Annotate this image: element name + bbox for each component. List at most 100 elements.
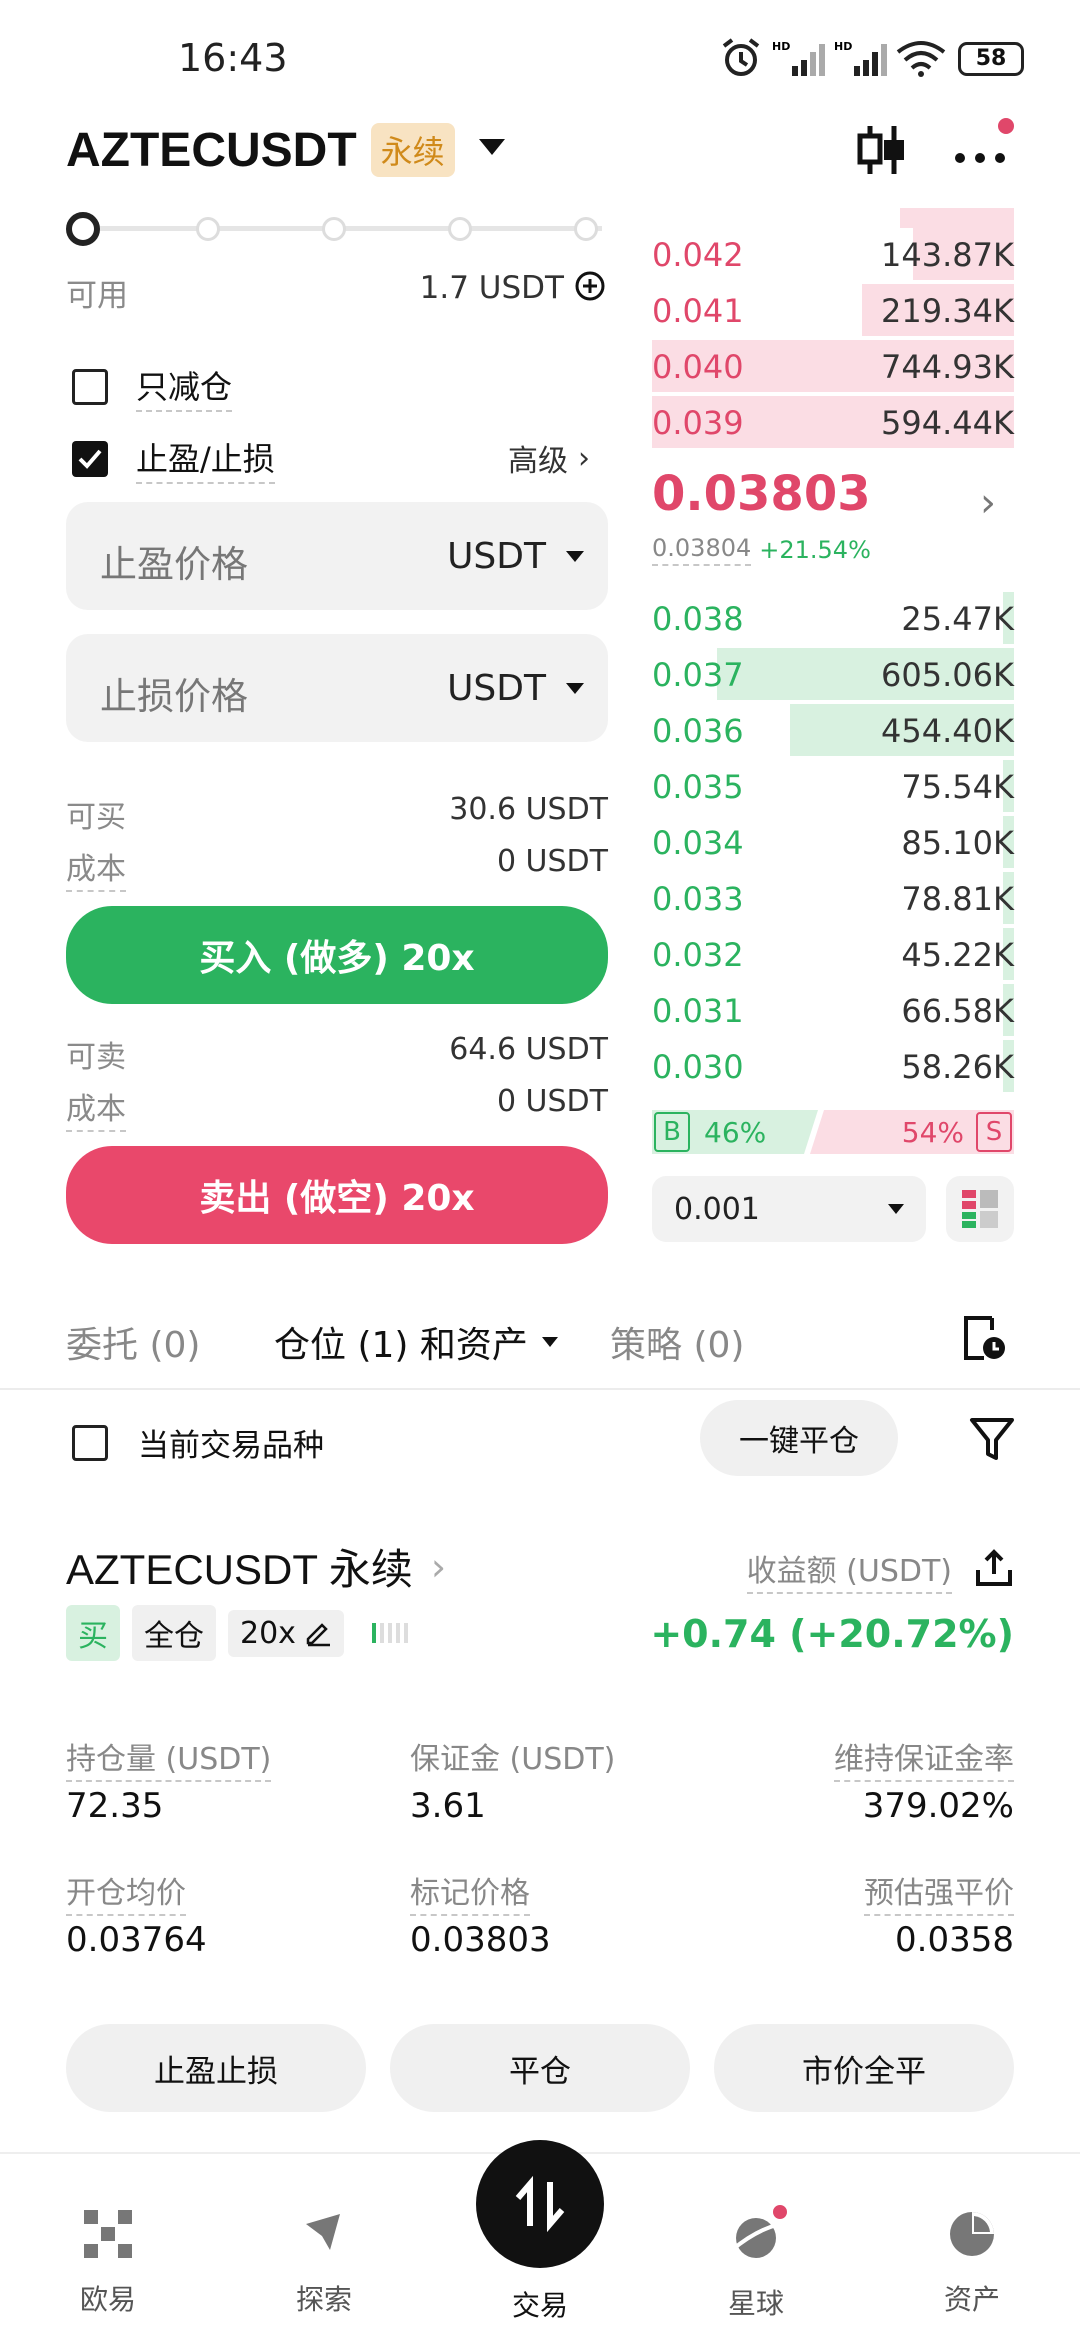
size-value: 72.35 (66, 1786, 164, 1826)
bid-price: 0.036 (652, 712, 744, 750)
liq-value: 0.0358 (895, 1920, 1014, 1960)
caret-down-icon (888, 1204, 904, 1214)
tab-orders[interactable]: 委托 (0) (66, 1316, 200, 1368)
bid-row[interactable]: 0.030 58.26K (652, 1040, 1014, 1092)
bid-row[interactable]: 0.033 78.81K (652, 872, 1014, 924)
ask-row[interactable]: 0.040 744.93K (652, 340, 1014, 392)
margin-value: 3.61 (410, 1786, 486, 1826)
bid-price: 0.038 (652, 600, 744, 638)
current-symbol-checkbox[interactable] (72, 1424, 108, 1461)
bid-size: 45.22K (901, 936, 1014, 974)
chevron-right-icon[interactable]: › (980, 480, 996, 526)
tab-positions[interactable]: 仓位 (1) 和资产 (274, 1316, 558, 1368)
bid-row[interactable]: 0.031 66.58K (652, 984, 1014, 1036)
market-close-label: 市价全平 (802, 2053, 926, 2090)
mark-label: 标记价格 (410, 1868, 530, 1916)
side-tag: 买 (66, 1605, 120, 1661)
tpsl-button[interactable]: 止盈止损 (66, 2024, 366, 2112)
sell-percent: 54% (901, 1116, 964, 1149)
bid-row[interactable]: 0.034 85.10K (652, 816, 1014, 868)
nav-assets[interactable]: 资产 (864, 2170, 1080, 2318)
okx-logo-icon (84, 2210, 132, 2262)
ask-row[interactable]: 0.041 219.34K (652, 284, 1014, 336)
buy-tag: B (654, 1112, 690, 1152)
bid-price: 0.032 (652, 936, 744, 974)
market-close-button[interactable]: 市价全平 (714, 2024, 1014, 2112)
nav-trade-label: 交易 (511, 2289, 568, 2322)
buy-percent: 46% (704, 1116, 767, 1149)
price-change: +21.54% (759, 536, 871, 564)
notification-dot (770, 2202, 790, 2222)
precision-select[interactable]: 0.001 (652, 1176, 926, 1242)
bid-price: 0.035 (652, 768, 744, 806)
bid-row[interactable]: 0.032 45.22K (652, 928, 1014, 980)
trade-icon (476, 2140, 604, 2268)
bid-size: 454.40K (881, 712, 1014, 750)
bid-price: 0.037 (652, 656, 744, 694)
position-title[interactable]: AZTECUSDT 永续 › (66, 1536, 446, 1597)
bid-row[interactable]: 0.036 454.40K (652, 704, 1014, 756)
leverage-value: 20x (240, 1615, 296, 1651)
nav-planet[interactable]: 星球 (648, 2170, 864, 2322)
bid-row[interactable]: 0.038 25.47K (652, 592, 1014, 644)
buy-sell-ratio: B 46% 54% S (652, 1110, 1014, 1154)
bid-price: 0.034 (652, 824, 744, 862)
nav-planet-label: 星球 (727, 2287, 784, 2320)
ask-price: 0.040 (652, 348, 744, 386)
close-position-button[interactable]: 平仓 (390, 2024, 690, 2112)
bid-size: 605.06K (881, 656, 1014, 694)
caret-down-icon (541, 1337, 558, 1347)
close-all-label: 一键平仓 (739, 1424, 859, 1459)
leverage-tag[interactable]: 20x (228, 1609, 344, 1657)
margin-label: 保证金 (USDT) (410, 1742, 616, 1777)
entry-value: 0.03764 (66, 1920, 207, 1960)
tab-positions-label: 仓位 (1) 和资产 (274, 1325, 528, 1366)
compass-icon (300, 2210, 348, 2262)
risk-meter (371, 1623, 408, 1643)
nav-explore-label: 探索 (295, 2283, 352, 2316)
tab-strategy[interactable]: 策略 (0) (610, 1316, 744, 1368)
margin-mode-tag[interactable]: 全仓 (132, 1605, 216, 1661)
bid-price: 0.030 (652, 1048, 744, 1086)
orderbook: 0.042 143.87K 0.041 219.34K 0.040 744.93K 0… (0, 0, 1080, 1260)
position-tags: 买 全仓 20x (66, 1605, 408, 1661)
orderbook-layout-button[interactable] (946, 1176, 1014, 1242)
nav-trade[interactable]: 交易 (432, 2140, 648, 2324)
mmr-value: 379.02% (862, 1786, 1014, 1826)
bid-size: 25.47K (901, 600, 1014, 638)
nav-explore[interactable]: 探索 (216, 2170, 432, 2318)
entry-label: 开仓均价 (66, 1868, 186, 1916)
ask-price: 0.041 (652, 292, 744, 330)
mark-value: 0.03803 (410, 1920, 551, 1960)
bid-size: 66.58K (901, 992, 1014, 1030)
pnl-header: 收益额 (USDT) (746, 1546, 1014, 1594)
current-symbol-label: 当前交易品种 (138, 1428, 324, 1464)
bid-size: 78.81K (901, 880, 1014, 918)
mark-price: 0.03804 (652, 534, 752, 566)
share-icon[interactable] (974, 1548, 1014, 1592)
pnl-label: 收益额 (USDT) (746, 1546, 952, 1594)
last-price: 0.03803 (652, 466, 871, 522)
nav-assets-label: 资产 (943, 2283, 1000, 2316)
ask-size: 744.93K (881, 348, 1014, 386)
mmr-label: 维持保证金率 (834, 1734, 1014, 1782)
ask-size: 594.44K (881, 404, 1014, 442)
bid-row[interactable]: 0.035 75.54K (652, 760, 1014, 812)
ask-row[interactable]: 0.039 594.44K (652, 396, 1014, 448)
order-history-icon[interactable] (962, 1314, 1008, 1366)
price-info: 0.03804 +21.54% (652, 534, 871, 566)
close-position-label: 平仓 (509, 2053, 571, 2090)
pnl-value: +0.74 (+20.72%) (650, 1612, 1014, 1656)
bid-row[interactable]: 0.037 605.06K (652, 648, 1014, 700)
bid-size: 85.10K (901, 824, 1014, 862)
planet-icon (730, 2202, 790, 2266)
chevron-right-icon: › (430, 1544, 447, 1589)
current-symbol-filter[interactable]: 当前交易品种 (72, 1420, 324, 1465)
close-all-button[interactable]: 一键平仓 (700, 1400, 898, 1476)
filter-icon[interactable] (968, 1414, 1016, 1466)
edit-icon (306, 1623, 330, 1647)
nav-okx[interactable]: 欧易 (0, 2170, 216, 2318)
ask-size: 143.87K (881, 236, 1014, 274)
ask-row[interactable]: 0.042 143.87K (652, 228, 1014, 280)
pie-chart-icon (948, 2210, 996, 2262)
